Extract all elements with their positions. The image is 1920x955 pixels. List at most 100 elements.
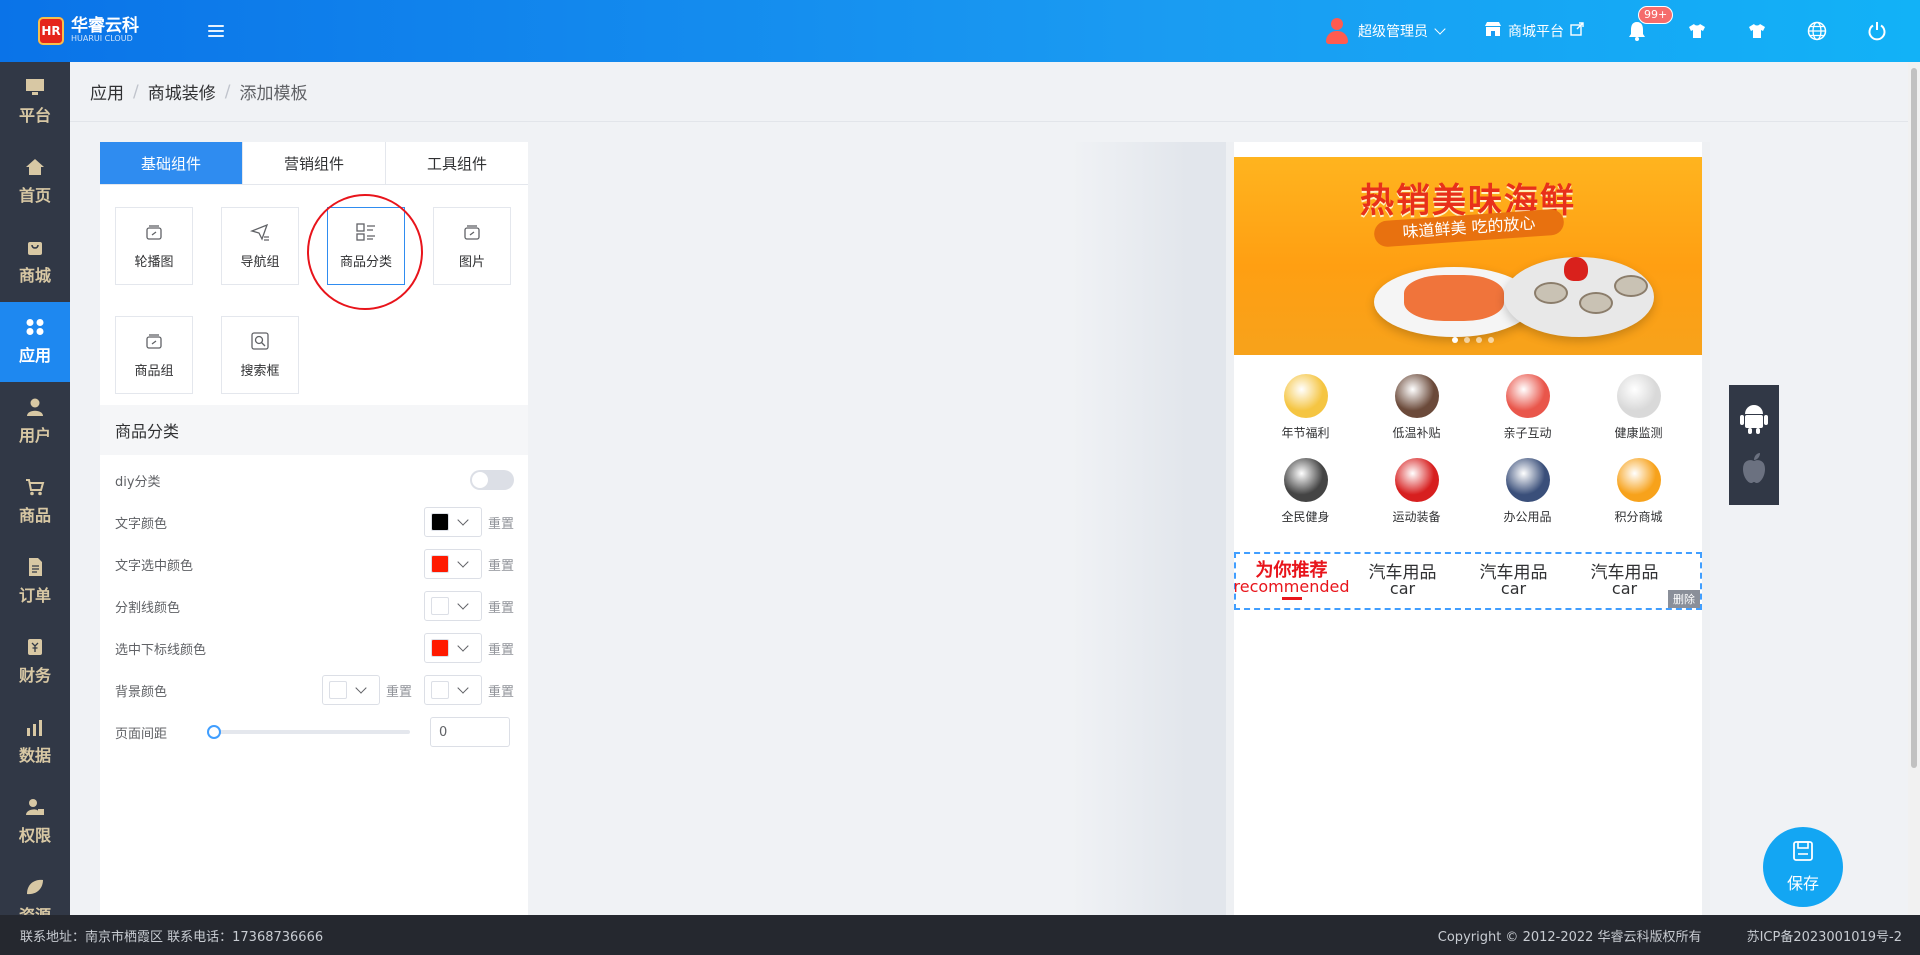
reset-button[interactable]: 重置 bbox=[386, 681, 412, 700]
component-nav-group[interactable]: 导航组 bbox=[221, 207, 299, 285]
user-name: 超级管理员 bbox=[1358, 24, 1428, 40]
brand-subtitle: HUARUI CLOUD bbox=[71, 34, 133, 43]
component-search-box[interactable]: 搜索框 bbox=[221, 316, 299, 394]
user-menu[interactable]: 超级管理员 bbox=[1324, 17, 1446, 45]
text-color-picker[interactable] bbox=[423, 507, 482, 537]
preview-nav-item[interactable]: 亲子互动 bbox=[1472, 374, 1583, 458]
chart-icon bbox=[25, 718, 45, 736]
preview-nav-item[interactable]: 年节福利 bbox=[1250, 374, 1361, 458]
power-icon[interactable] bbox=[1864, 18, 1890, 44]
category-en: recommended bbox=[1233, 576, 1350, 596]
preview-banner[interactable]: 热销美味海鲜 味道鲜美 吃的放心 bbox=[1234, 157, 1702, 355]
breadcrumb-item-current: 添加模板 bbox=[239, 84, 308, 104]
shirt-icon[interactable] bbox=[1744, 18, 1770, 44]
sidebar-item-apps[interactable]: 应用 bbox=[0, 302, 70, 382]
sidebar-item-label: 首页 bbox=[18, 186, 51, 205]
footer-icp[interactable]: 苏ICP备2023001019号-2 bbox=[1747, 926, 1902, 945]
settings-title: 商品分类 bbox=[100, 405, 528, 455]
breadcrumb-item[interactable]: 商城装修 bbox=[148, 79, 216, 104]
reset-button[interactable]: 重置 bbox=[488, 681, 514, 700]
sidebar: 平台 首页 商城 应用 用户 商品 订单 财务 数据 权限 bbox=[0, 62, 70, 915]
phone-preview: 热销美味海鲜 味道鲜美 吃的放心 年节福利 低温补贴 亲子互动 健康监测 全民健… bbox=[1226, 142, 1710, 915]
save-button[interactable]: 保存 bbox=[1763, 827, 1843, 907]
page-margin-slider[interactable] bbox=[207, 725, 410, 739]
preview-nav-label: 积分商城 bbox=[1614, 510, 1663, 524]
menu-fold-icon[interactable] bbox=[206, 22, 226, 40]
setting-label: diy分类 bbox=[115, 474, 161, 490]
page-margin-input[interactable]: 0 bbox=[430, 717, 510, 747]
component-goods-group[interactable]: 商品组 bbox=[115, 316, 193, 394]
preview-category-tab[interactable]: 为你推荐 recommended bbox=[1233, 561, 1350, 600]
component-image[interactable]: 图片 bbox=[433, 207, 511, 285]
preview-category-bar[interactable]: 为你推荐 recommended 汽车用品 car 汽车用品 car 汽车用品 … bbox=[1234, 552, 1702, 610]
sidebar-item-permissions[interactable]: 权限 bbox=[0, 782, 70, 862]
text-selected-color-picker[interactable] bbox=[423, 549, 482, 579]
preview-category-tab[interactable]: 汽车用品 car bbox=[1569, 565, 1680, 597]
bg-color-picker-2[interactable] bbox=[423, 675, 482, 705]
underline-color-picker[interactable] bbox=[423, 633, 482, 663]
sidebar-item-resources[interactable]: 资源 bbox=[0, 862, 70, 915]
component-carousel[interactable]: 轮播图 bbox=[115, 207, 193, 285]
apple-icon[interactable] bbox=[1740, 452, 1768, 488]
component-goods-category[interactable]: 商品分类 bbox=[327, 207, 405, 285]
breadcrumb-separator: / bbox=[224, 81, 231, 102]
scrollbar-thumb[interactable] bbox=[1911, 68, 1917, 768]
color-swatch bbox=[430, 639, 449, 657]
sidebar-item-finance[interactable]: 财务 bbox=[0, 622, 70, 702]
sidebar-item-goods[interactable]: 商品 bbox=[0, 462, 70, 542]
bell-icon[interactable]: 99+ bbox=[1624, 6, 1674, 44]
preview-nav-grid: 年节福利 低温补贴 亲子互动 健康监测 全民健身 运动装备 办公用品 积分商城 bbox=[1250, 374, 1698, 542]
preview-nav-label: 健康监测 bbox=[1614, 426, 1663, 440]
preview-nav-item[interactable]: 低温补贴 bbox=[1361, 374, 1472, 458]
delete-button[interactable]: 删除 bbox=[1668, 590, 1700, 608]
preview-category-tab[interactable]: 汽车用品 car bbox=[1458, 565, 1569, 597]
android-icon[interactable] bbox=[1739, 402, 1769, 438]
diy-toggle[interactable] bbox=[470, 470, 514, 490]
preview-nav-item[interactable]: 积分商城 bbox=[1583, 458, 1694, 542]
preview-nav-item[interactable]: 健康监测 bbox=[1583, 374, 1694, 458]
bg-color-picker-1[interactable] bbox=[321, 675, 380, 705]
image-icon bbox=[462, 223, 482, 241]
sidebar-item-home[interactable]: 首页 bbox=[0, 142, 70, 222]
fitness-icon bbox=[1283, 458, 1328, 502]
ping-pong-icon bbox=[1394, 458, 1439, 502]
sidebar-item-mall[interactable]: 商城 bbox=[0, 222, 70, 302]
shirt-icon[interactable] bbox=[1684, 18, 1710, 44]
setting-diy: diy分类 bbox=[100, 459, 528, 501]
sidebar-item-orders[interactable]: 订单 bbox=[0, 542, 70, 622]
reset-button[interactable]: 重置 bbox=[488, 639, 514, 658]
slider-handle[interactable] bbox=[207, 725, 221, 739]
breadcrumb-item[interactable]: 应用 bbox=[90, 79, 124, 104]
tab-tool-components[interactable]: 工具组件 bbox=[386, 142, 528, 184]
reset-button[interactable]: 重置 bbox=[488, 555, 514, 574]
apps-icon bbox=[25, 318, 45, 336]
sidebar-item-data[interactable]: 数据 bbox=[0, 702, 70, 782]
preview-nav-label: 低温补贴 bbox=[1392, 426, 1441, 440]
setting-text-selected-color: 文字选中颜色 重置 bbox=[100, 543, 528, 585]
sidebar-item-users[interactable]: 用户 bbox=[0, 382, 70, 462]
color-swatch bbox=[430, 513, 449, 531]
globe-icon[interactable] bbox=[1804, 18, 1830, 44]
preview-nav-item[interactable]: 全民健身 bbox=[1250, 458, 1361, 542]
tab-basic-components[interactable]: 基础组件 bbox=[100, 142, 243, 184]
tab-marketing-components[interactable]: 营销组件 bbox=[243, 142, 386, 184]
setting-divider-color: 分割线颜色 重置 bbox=[100, 585, 528, 627]
page-scrollbar[interactable] bbox=[1908, 62, 1920, 915]
home-icon bbox=[25, 158, 45, 176]
office-icon bbox=[1505, 458, 1550, 502]
preview-nav-item[interactable]: 办公用品 bbox=[1472, 458, 1583, 542]
points-mall-icon bbox=[1616, 458, 1661, 502]
reset-button[interactable]: 重置 bbox=[488, 597, 514, 616]
monitor-icon bbox=[25, 78, 45, 96]
preview-nav-item[interactable]: 运动装备 bbox=[1361, 458, 1472, 542]
category-underline bbox=[1281, 596, 1302, 600]
sidebar-item-label: 商品 bbox=[18, 506, 51, 525]
shop-platform-link[interactable]: 商城平台 bbox=[1484, 21, 1584, 41]
sidebar-item-platform[interactable]: 平台 bbox=[0, 62, 70, 142]
logo[interactable]: HR 华睿云科 HUARUI CLOUD bbox=[38, 17, 158, 45]
divider-color-picker[interactable] bbox=[423, 591, 482, 621]
reset-button[interactable]: 重置 bbox=[488, 513, 514, 532]
preview-category-tab[interactable]: 汽车用品 car bbox=[1347, 565, 1458, 597]
component-tabs: 基础组件 营销组件 工具组件 bbox=[100, 142, 528, 185]
sidebar-item-label: 资源 bbox=[19, 902, 51, 915]
